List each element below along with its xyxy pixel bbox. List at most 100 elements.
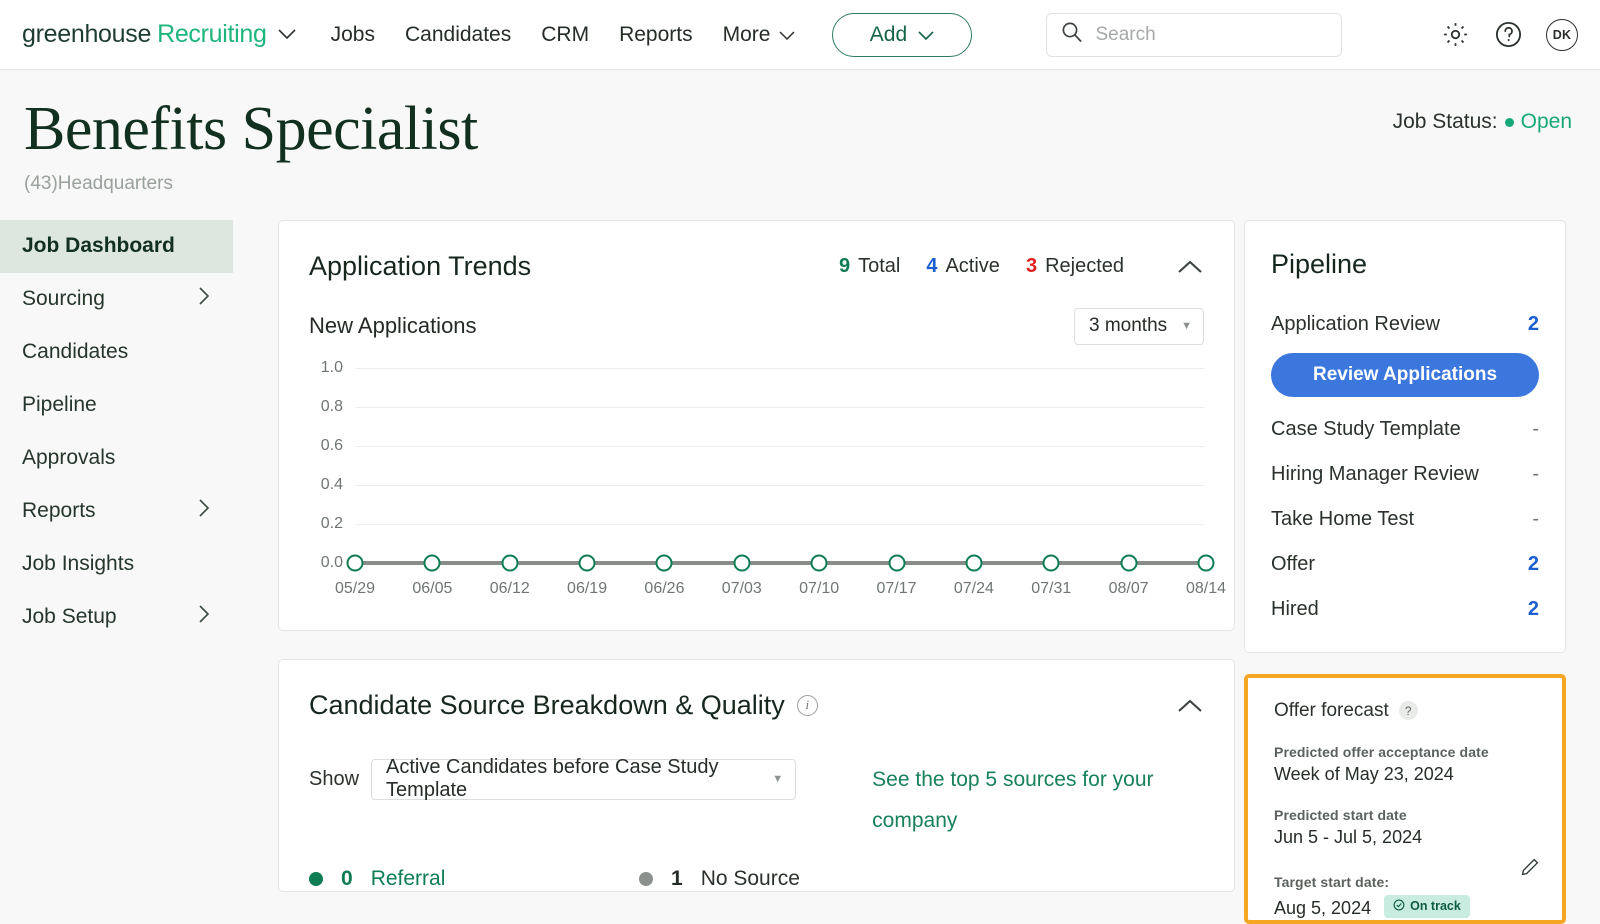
chart-data-point[interactable] bbox=[965, 554, 983, 572]
pipeline-stage-label: Offer bbox=[1271, 552, 1316, 575]
chart-data-point[interactable] bbox=[346, 554, 364, 572]
sidebar-item-label: Pipeline bbox=[22, 393, 97, 417]
predicted-acceptance-label: Predicted offer acceptance date bbox=[1274, 743, 1489, 760]
chevron-up-icon[interactable] bbox=[1176, 258, 1204, 275]
sidebar-item-job-insights[interactable]: Job Insights bbox=[0, 538, 233, 591]
chevron-down-icon bbox=[917, 23, 935, 47]
brand-logo[interactable]: greenhouse Recruiting bbox=[22, 20, 297, 49]
review-applications-button[interactable]: Review Applications bbox=[1271, 352, 1539, 397]
search-box[interactable] bbox=[1046, 12, 1343, 57]
chart-data-point[interactable] bbox=[655, 554, 673, 572]
top-sources-link[interactable]: See the top 5 sources for your company bbox=[872, 759, 1204, 841]
legend-label: No Source bbox=[700, 866, 800, 890]
question-mark-icon[interactable] bbox=[1493, 19, 1524, 50]
sidebar-item-label: Candidates bbox=[22, 340, 129, 364]
sidebar-item-reports[interactable]: Reports bbox=[0, 485, 233, 538]
chart-gridline bbox=[355, 406, 1204, 408]
time-range-select[interactable]: 3 months ▼ bbox=[1074, 307, 1204, 345]
chart-data-point[interactable] bbox=[501, 554, 519, 572]
pipeline-card: Pipeline Application Review 2 Review App… bbox=[1244, 219, 1566, 653]
pipeline-stage-hiring-manager-review[interactable]: Hiring Manager Review - bbox=[1271, 452, 1539, 497]
stat-rejected-value: 3 bbox=[1025, 254, 1038, 277]
source-breakdown-header: Candidate Source Breakdown & Quality i bbox=[279, 660, 1234, 721]
chart-series-line bbox=[355, 560, 1204, 565]
stat-total: 9 Total bbox=[839, 255, 900, 278]
predicted-start-value: Jun 5 - Jul 5, 2024 bbox=[1274, 826, 1423, 847]
predicted-acceptance-value: Week of May 23, 2024 bbox=[1274, 763, 1454, 784]
pipeline-stage-offer[interactable]: Offer 2 bbox=[1271, 542, 1539, 587]
stat-rejected: 3 Rejected bbox=[1026, 255, 1124, 278]
chart-x-tick-label: 07/03 bbox=[721, 579, 762, 597]
predicted-start-label: Predicted start date bbox=[1274, 806, 1407, 823]
gear-icon[interactable] bbox=[1440, 19, 1471, 50]
chart-x-tick-label: 06/12 bbox=[489, 579, 530, 597]
sidebar-item-label: Approvals bbox=[22, 446, 116, 470]
offer-forecast-card: Offer forecast ? Predicted offer accepta… bbox=[1244, 673, 1566, 924]
pipeline-stage-label: Case Study Template bbox=[1271, 417, 1461, 440]
sidebar-item-label: Job Setup bbox=[22, 605, 117, 629]
show-filter-select[interactable]: Active Candidates before Case Study Temp… bbox=[371, 756, 797, 801]
sidebar-item-label: Job Dashboard bbox=[22, 234, 175, 258]
target-start-label: Target start date: bbox=[1274, 873, 1390, 890]
chart-x-tick-label: 07/17 bbox=[876, 579, 917, 597]
question-mark-icon[interactable]: ? bbox=[1398, 701, 1418, 721]
sidebar-item-approvals[interactable]: Approvals bbox=[0, 432, 233, 485]
target-start-value: Aug 5, 2024 bbox=[1274, 897, 1372, 918]
search-input[interactable] bbox=[1095, 23, 1328, 46]
search-icon bbox=[1061, 21, 1083, 48]
sidebar-item-label: Sourcing bbox=[22, 287, 105, 311]
chart-data-point[interactable] bbox=[733, 554, 751, 572]
pipeline-stage-label: Take Home Test bbox=[1271, 507, 1415, 530]
avatar[interactable]: DK bbox=[1546, 18, 1578, 51]
chart-plot-area: 0.0 0.2 0.4 0.6 0.8 1.0 bbox=[309, 359, 1215, 572]
legend-item-no-source[interactable]: 1 No Source bbox=[639, 867, 800, 891]
chevron-down-icon[interactable] bbox=[277, 18, 297, 47]
chevron-up-icon[interactable] bbox=[1176, 697, 1204, 714]
status-badge: On track bbox=[1384, 894, 1470, 918]
chart-data-point[interactable] bbox=[1120, 554, 1138, 572]
add-button[interactable]: Add bbox=[832, 12, 973, 57]
chart-data-point[interactable] bbox=[810, 554, 828, 572]
pencil-icon[interactable] bbox=[1520, 857, 1540, 882]
chart-data-point[interactable] bbox=[578, 554, 596, 572]
chart-data-point[interactable] bbox=[423, 554, 441, 572]
nav-item-more[interactable]: More bbox=[723, 23, 797, 47]
legend-count: 0 bbox=[341, 866, 353, 890]
nav-item-reports[interactable]: Reports bbox=[619, 23, 693, 47]
offer-forecast-title-group: Offer forecast ? bbox=[1274, 700, 1540, 722]
main-content: Application Trends 9 Total 4 Active 3 Re bbox=[233, 219, 1600, 924]
pipeline-stage-count: - bbox=[1532, 417, 1539, 440]
sidebar-item-sourcing[interactable]: Sourcing bbox=[0, 273, 233, 326]
chart-y-tick-label: 0.4 bbox=[320, 475, 343, 493]
right-column: Pipeline Application Review 2 Review App… bbox=[1244, 219, 1566, 924]
pipeline-stage-hired[interactable]: Hired 2 bbox=[1271, 587, 1539, 632]
legend-label: Referral bbox=[370, 866, 446, 890]
chart-data-point[interactable] bbox=[1197, 554, 1215, 572]
sidebar-item-job-dashboard[interactable]: Job Dashboard bbox=[0, 219, 233, 273]
chart-data-point[interactable] bbox=[888, 554, 906, 572]
chevron-right-icon bbox=[198, 286, 211, 312]
chart-subtitle: New Applications bbox=[309, 313, 477, 339]
stat-active: 4 Active bbox=[926, 255, 1000, 278]
pipeline-stage-application-review[interactable]: Application Review 2 bbox=[1271, 302, 1539, 347]
page-layout: Job Dashboard Sourcing Candidates Pipeli… bbox=[0, 219, 1600, 924]
legend-item-referral[interactable]: 0 Referral bbox=[309, 867, 639, 891]
top-navigation-bar: greenhouse Recruiting Jobs Candidates CR… bbox=[0, 0, 1600, 70]
chart-data-point[interactable] bbox=[1042, 554, 1060, 572]
sidebar-item-pipeline[interactable]: Pipeline bbox=[0, 379, 233, 432]
status-dot-icon bbox=[1504, 117, 1514, 127]
pipeline-stage-label: Hired bbox=[1271, 597, 1319, 620]
nav-item-candidates[interactable]: Candidates bbox=[405, 23, 511, 47]
nav-item-jobs[interactable]: Jobs bbox=[331, 23, 375, 47]
source-breakdown-title: Candidate Source Breakdown & Quality bbox=[309, 689, 785, 720]
sidebar-item-job-setup[interactable]: Job Setup bbox=[0, 591, 233, 644]
sidebar-item-candidates[interactable]: Candidates bbox=[0, 326, 233, 379]
info-icon[interactable]: i bbox=[796, 694, 818, 716]
main-nav-links: Jobs Candidates CRM Reports More bbox=[331, 23, 797, 47]
pipeline-stage-case-study-template[interactable]: Case Study Template - bbox=[1271, 407, 1539, 452]
brand-name-primary: greenhouse bbox=[22, 20, 152, 48]
nav-item-crm[interactable]: CRM bbox=[541, 23, 589, 47]
chart-y-tick-label: 0.8 bbox=[320, 397, 343, 415]
pipeline-stage-take-home-test[interactable]: Take Home Test - bbox=[1271, 497, 1539, 542]
main-column: Application Trends 9 Total 4 Active 3 Re bbox=[278, 219, 1390, 924]
